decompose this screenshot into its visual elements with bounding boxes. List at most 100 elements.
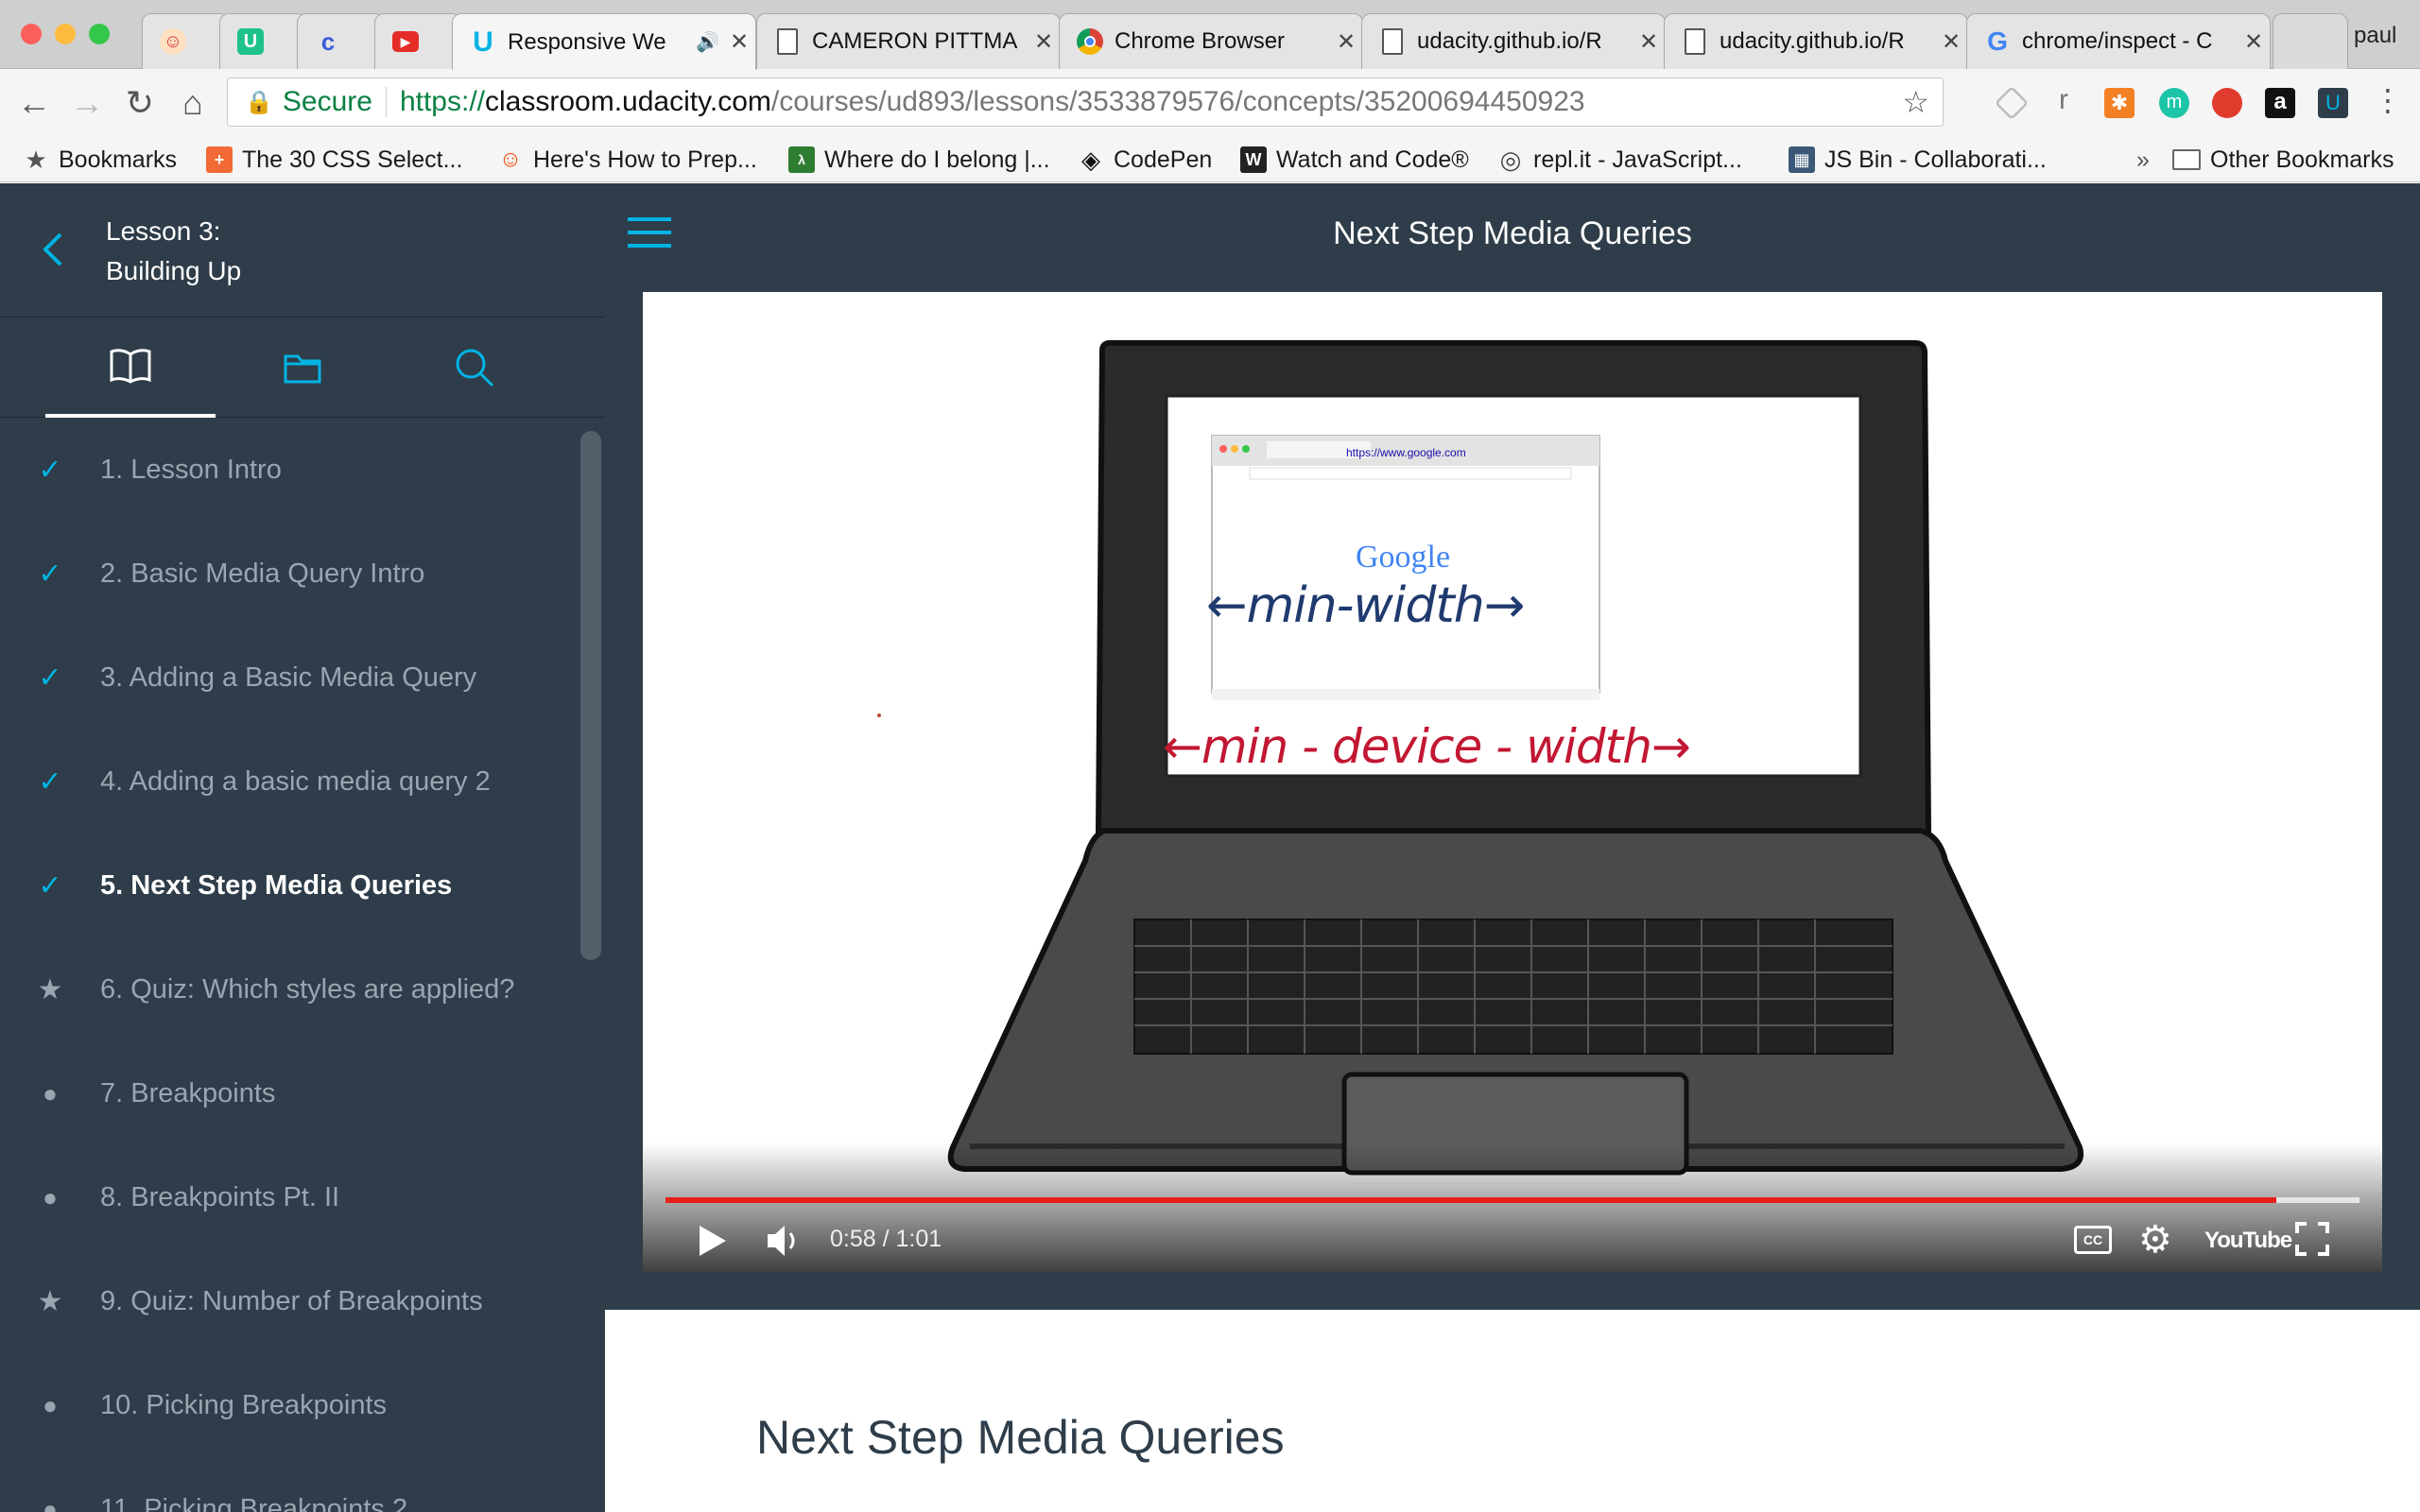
close-tab-icon[interactable]: ✕ xyxy=(723,28,755,56)
star-icon: ★ xyxy=(37,973,63,1005)
concept-item-11[interactable]: ● 11. Picking Breakpoints 2 xyxy=(0,1457,577,1512)
profile-name[interactable]: paul xyxy=(2354,23,2396,49)
close-tab-icon[interactable]: ✕ xyxy=(1330,28,1362,56)
youtube-player[interactable]: https://www.google.com Google ←min-width… xyxy=(643,292,2382,1272)
screen-google-logo: Google xyxy=(1356,540,1451,575)
browser-tab-2[interactable]: U xyxy=(219,13,306,69)
browser-toolbar: ← → ↻ ⌂ 🔒 Secure https:// classroom.udac… xyxy=(0,69,2420,137)
concept-item-9[interactable]: ★ 9. Quiz: Number of Breakpoints xyxy=(0,1249,577,1353)
other-bookmarks[interactable]: Other Bookmarks xyxy=(2172,137,2394,182)
check-icon: ✓ xyxy=(38,662,62,694)
tab-title: udacity.github.io/R xyxy=(1417,28,1602,54)
jsbin-icon: ▦ xyxy=(1789,146,1815,173)
document-icon xyxy=(774,28,801,55)
close-tab-icon[interactable]: ✕ xyxy=(1633,28,1665,56)
browser-tab-active[interactable]: U Responsive We 🔊 ✕ xyxy=(452,13,756,70)
video-progress-bar[interactable] xyxy=(666,1197,2360,1203)
browser-tab-4[interactable]: ▶ xyxy=(374,13,461,69)
hubspot-extension-icon[interactable]: ✱ xyxy=(2104,88,2135,118)
menu-dots-icon[interactable]: ⋮ xyxy=(2373,82,2403,118)
screen-url: https://www.google.com xyxy=(1346,446,1466,459)
browser-tab-10[interactable]: G chrome/inspect - C ✕ xyxy=(1966,13,2271,69)
udacity-green-favicon-icon: U xyxy=(237,28,264,55)
captions-button[interactable]: CC xyxy=(2074,1226,2112,1254)
play-button[interactable] xyxy=(694,1218,732,1263)
url-scheme: https:// xyxy=(399,86,485,117)
bookmark-codepen[interactable]: ◈ CodePen xyxy=(1078,137,1212,182)
amazon-extension-icon[interactable]: a xyxy=(2265,88,2295,118)
dot-icon: ● xyxy=(43,1182,58,1211)
concept-item-6[interactable]: ★ 6. Quiz: Which styles are applied? xyxy=(0,937,577,1041)
bookmark-watch-and-code[interactable]: W Watch and Code® xyxy=(1240,137,1469,182)
concept-label: 1. Lesson Intro xyxy=(100,454,282,485)
concept-item-10[interactable]: ● 10. Picking Breakpoints xyxy=(0,1353,577,1457)
volume-button[interactable] xyxy=(764,1222,807,1260)
check-icon: ✓ xyxy=(38,558,62,590)
bookmarks-bar: ★ Bookmarks + The 30 CSS Select... ☺ Her… xyxy=(0,137,2420,182)
browser-tab-9[interactable]: udacity.github.io/R ✕ xyxy=(1664,13,1968,69)
concept-label: 8. Breakpoints Pt. II xyxy=(100,1181,340,1212)
momentum-extension-icon[interactable]: m xyxy=(2159,88,2189,118)
bookmark-label: Bookmarks xyxy=(59,146,178,173)
back-arrow-icon[interactable]: ← xyxy=(13,82,55,124)
bookmark-css-selectors[interactable]: + The 30 CSS Select... xyxy=(206,137,462,182)
audio-playing-icon[interactable]: 🔊 xyxy=(696,30,719,54)
tab-title: Responsive We xyxy=(508,28,666,55)
plus-icon: + xyxy=(206,146,233,173)
concept-label: 2. Basic Media Query Intro xyxy=(100,558,425,589)
bookmark-prep[interactable]: ☺ Here's How to Prep... xyxy=(497,137,757,182)
browser-tab-6[interactable]: CAMERON PITTMA ✕ xyxy=(756,13,1061,69)
extension-r-icon[interactable]: r xyxy=(2059,84,2068,116)
tab-title: Chrome Browser xyxy=(1115,28,1286,54)
forward-arrow-icon[interactable]: → xyxy=(66,82,108,124)
concept-item-4[interactable]: ✓ 4. Adding a basic media query 2 xyxy=(0,730,577,833)
browser-tab-strip: ☺ U c ▶ U Responsive We 🔊 ✕ CAMERON PITT… xyxy=(0,0,2420,70)
concept-item-3[interactable]: ✓ 3. Adding a Basic Media Query xyxy=(0,626,577,730)
udacity-extension-icon[interactable]: U xyxy=(2318,88,2348,118)
concept-label: 11. Picking Breakpoints 2 xyxy=(100,1493,408,1512)
url-host: classroom.udacity.com xyxy=(485,86,771,117)
sidebar-scrollbar[interactable] xyxy=(580,431,601,960)
concept-item-8[interactable]: ● 8. Breakpoints Pt. II xyxy=(0,1145,577,1249)
browser-tab-8[interactable]: udacity.github.io/R ✕ xyxy=(1361,13,1666,69)
close-tab-icon[interactable]: ✕ xyxy=(1935,28,1967,56)
zoom-window-button[interactable] xyxy=(89,24,110,44)
youtube-favicon-icon: ▶ xyxy=(392,31,419,52)
close-window-button[interactable] xyxy=(21,24,42,44)
back-chevron-icon[interactable] xyxy=(34,223,72,276)
concept-list: ✓ 1. Lesson Intro ✓ 2. Basic Media Query I… xyxy=(0,418,605,1512)
close-tab-icon[interactable]: ✕ xyxy=(1028,28,1060,56)
bookmark-repl[interactable]: ◎ repl.it - JavaScript... xyxy=(1497,137,1742,182)
concept-label: 10. Picking Breakpoints xyxy=(100,1389,388,1420)
udacity-favicon-icon: U xyxy=(473,26,493,58)
bookmark-star-icon[interactable]: ☆ xyxy=(1902,84,1929,120)
new-tab-button[interactable] xyxy=(2273,13,2348,69)
youtube-logo-button[interactable]: YouTube xyxy=(2204,1228,2292,1254)
reload-icon[interactable]: ↻ xyxy=(119,82,161,124)
browser-tab-3[interactable]: c xyxy=(297,13,384,69)
bookmark-bookmarks[interactable]: ★ Bookmarks xyxy=(23,137,177,182)
browser-tab-7[interactable]: Chrome Browser ✕ xyxy=(1059,13,1363,69)
fullscreen-icon[interactable] xyxy=(2295,1222,2329,1256)
tomato-timer-extension-icon[interactable] xyxy=(2212,88,2242,118)
bookmark-jsbin[interactable]: ▦ JS Bin - Collaborati... xyxy=(1789,137,2047,182)
book-icon xyxy=(110,349,151,384)
c-favicon-icon: c xyxy=(320,26,336,56)
concept-item-2[interactable]: ✓ 2. Basic Media Query Intro xyxy=(0,522,577,626)
minimize-window-button[interactable] xyxy=(55,24,76,44)
tab-resources[interactable] xyxy=(217,318,388,418)
tab-search[interactable] xyxy=(389,318,560,418)
home-icon[interactable]: ⌂ xyxy=(172,82,214,124)
settings-gear-icon[interactable]: ⚙ xyxy=(2138,1218,2172,1262)
bookmarks-overflow-chevron[interactable]: » xyxy=(2136,137,2150,182)
concept-item-5-current[interactable]: ✓ 5. Next Step Media Queries xyxy=(0,833,577,937)
w-icon: W xyxy=(1240,146,1267,173)
browser-tab-1[interactable]: ☺ xyxy=(142,13,229,69)
concept-item-7[interactable]: ● 7. Breakpoints xyxy=(0,1041,577,1145)
close-tab-icon[interactable]: ✕ xyxy=(2238,28,2270,56)
bookmark-where-belong[interactable]: λ Where do I belong |... xyxy=(788,137,1050,182)
concept-item-1[interactable]: ✓ 1. Lesson Intro xyxy=(0,418,577,522)
extension-cube-icon[interactable] xyxy=(1994,85,2030,121)
address-bar[interactable]: 🔒 Secure https:// classroom.udacity.com … xyxy=(227,77,1944,127)
tab-concepts[interactable] xyxy=(45,318,216,418)
